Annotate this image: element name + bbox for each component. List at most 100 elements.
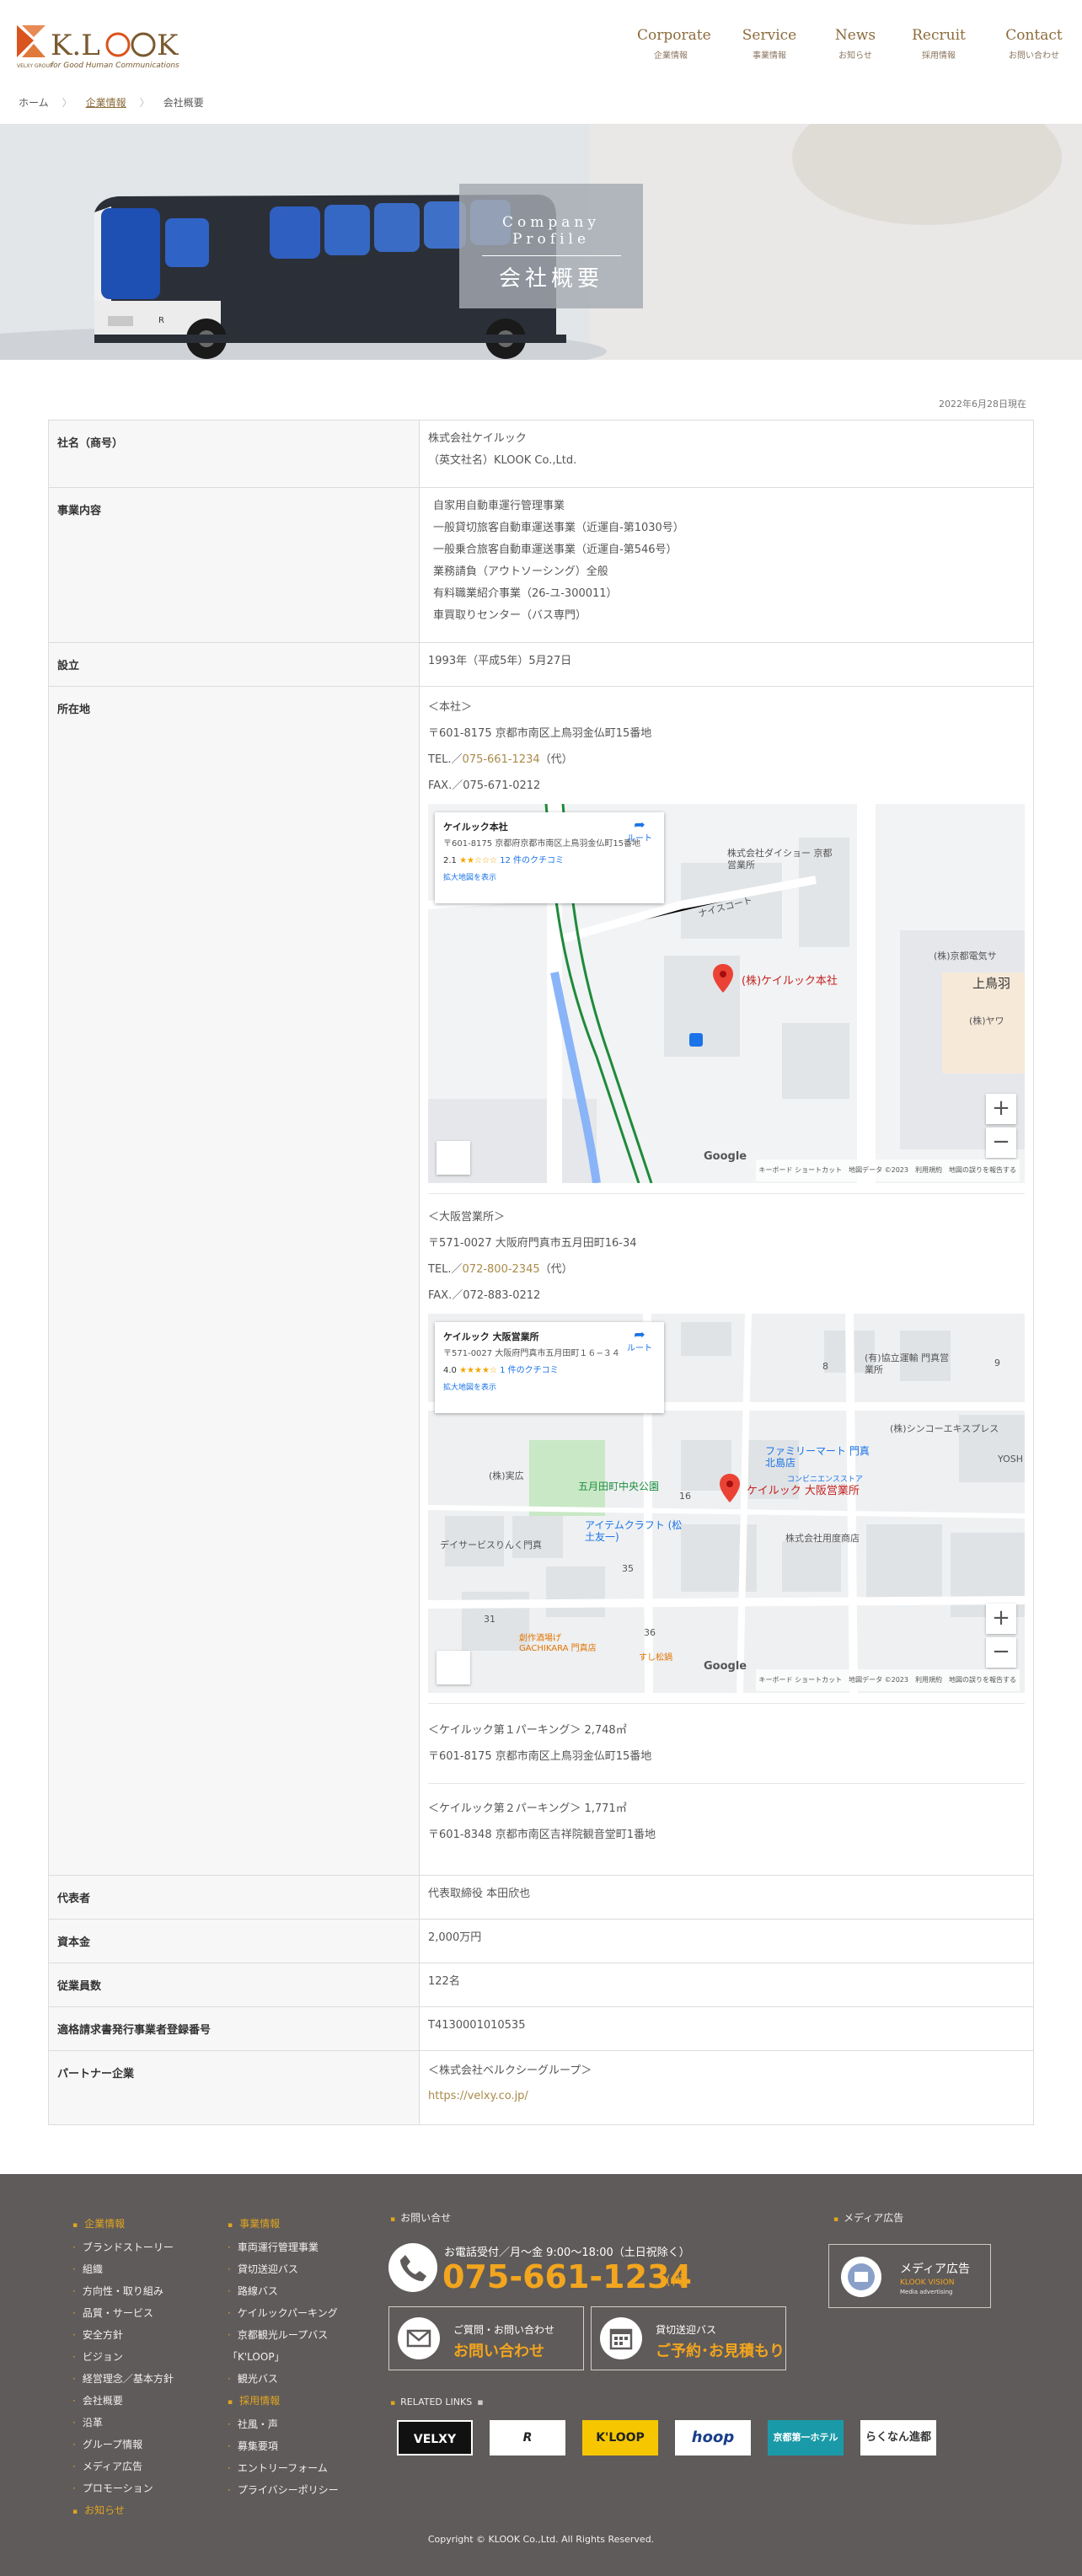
- footer-link[interactable]: プロモーション: [72, 2477, 174, 2499]
- nav-service[interactable]: Service 事業情報: [737, 27, 802, 61]
- breadcrumb-separator: 〉: [62, 97, 72, 109]
- row-value-representative: 代表取締役 本田欣也: [419, 1875, 1034, 1920]
- velxy-logo-link[interactable]: VELXY: [397, 2420, 473, 2456]
- footer-link[interactable]: 募集要項: [228, 2435, 354, 2457]
- contact-button-label: お問い合わせ: [453, 2343, 544, 2360]
- row-label-founded: 設立: [48, 642, 420, 687]
- footer-link[interactable]: ケイルックパーキング: [228, 2302, 354, 2324]
- map-pin-icon[interactable]: [720, 1474, 740, 1502]
- google-logo: Google: [704, 1150, 747, 1163]
- footer-link[interactable]: 組織: [72, 2258, 174, 2280]
- map-larger-link[interactable]: 拡大地図を表示: [443, 874, 496, 882]
- r-logo-link[interactable]: R: [490, 2420, 565, 2456]
- hoop-logo-link[interactable]: hoop: [675, 2420, 751, 2456]
- media-title-text: メディア広告: [844, 2212, 904, 2224]
- map-label: アイテムクラフト (松土友一): [585, 1519, 683, 1543]
- nav-contact[interactable]: Contact お問い合わせ: [999, 27, 1069, 61]
- svg-text:for Good Human Communications: for Good Human Communications: [51, 62, 179, 70]
- footer-tel-link[interactable]: 075-661-1234: [442, 2258, 692, 2295]
- footer-link[interactable]: 路線バス: [228, 2280, 354, 2302]
- osaka-tel: TEL.／072-800-2345（代）: [428, 1256, 1025, 1283]
- hq-tel: TEL.／075-661-1234（代）: [428, 747, 1025, 773]
- tel-suffix: （代）: [539, 753, 573, 766]
- nav-recruit[interactable]: Recruit 採用情報: [908, 27, 969, 61]
- nav-contact-ja: お問い合わせ: [1009, 51, 1059, 61]
- footer-link[interactable]: 企業情報: [72, 2213, 174, 2236]
- map-zoom-in-button[interactable]: +: [986, 1604, 1016, 1634]
- hq-map[interactable]: (株)ケイルック本社 株式会社ダイショー 京都営業所 ナイスコート (株)京都電…: [428, 804, 1025, 1183]
- table-row: 設立 1993年（平成5年）5月27日: [48, 642, 1034, 687]
- footer-link[interactable]: 方向性・取り組み: [72, 2280, 174, 2302]
- table-row: 資本金 2,000万円: [48, 1919, 1034, 1963]
- hq-tel-link[interactable]: 075-661-1234: [463, 753, 540, 766]
- rakunan-logo-link[interactable]: らくなん進都: [860, 2420, 936, 2456]
- map-directions-button[interactable]: ➦ ルート: [627, 1328, 652, 1355]
- footer-link[interactable]: 安全方針: [72, 2324, 174, 2346]
- media-ad-button[interactable]: メディア広告 KLOOK VISION Media advertising: [828, 2244, 991, 2308]
- hotel-logo-link[interactable]: 京都第一ホテル: [768, 2420, 844, 2456]
- klook-logo-icon: K.L K for Good Human Communications VELX…: [17, 25, 179, 70]
- map-larger-link[interactable]: 拡大地図を表示: [443, 1384, 496, 1392]
- map-zoom-out-button[interactable]: −: [986, 1127, 1016, 1158]
- svg-text:K: K: [157, 29, 179, 62]
- map-zoom-out-button[interactable]: −: [986, 1637, 1016, 1668]
- breadcrumb-home[interactable]: ホーム: [19, 95, 49, 110]
- footer-link[interactable]: 貸切送迎バス: [228, 2258, 354, 2280]
- hero-title-en: Company Profile: [502, 214, 600, 248]
- company-profile-table: 社名（商号） 株式会社ケイルック （英文社名）KLOOK Co.,Ltd. 事業…: [48, 420, 1034, 2125]
- breadcrumb-corporate[interactable]: 企業情報: [86, 95, 126, 110]
- footer-link[interactable]: 京都観光ループバス「K'LOOP」: [228, 2324, 354, 2368]
- table-row: 所在地 ＜本社＞ 〒601-8175 京都市南区上鳥羽金仏町15番地 TEL.／…: [48, 686, 1034, 1876]
- map-reviews-link[interactable]: 12 件のクチコミ: [500, 856, 564, 865]
- contact-button[interactable]: ご質問・お問い合わせ お問い合わせ: [388, 2306, 584, 2370]
- footer-link[interactable]: 事業情報: [228, 2213, 354, 2236]
- footer-link[interactable]: メディア広告: [72, 2456, 174, 2477]
- footer-link[interactable]: ブランドストーリー: [72, 2236, 174, 2258]
- osaka-tel-link[interactable]: 072-800-2345: [463, 1263, 540, 1276]
- footer-link[interactable]: お知らせ: [72, 2499, 174, 2523]
- footer-link[interactable]: 観光バス: [228, 2368, 354, 2390]
- bullet-icon: ▪: [390, 2215, 396, 2224]
- footer-link[interactable]: プライバシーポリシー: [228, 2479, 354, 2501]
- map-label: 株式会社ダイショー 京都営業所: [727, 848, 833, 870]
- map-zoom-in-button[interactable]: +: [986, 1094, 1016, 1124]
- footer-link[interactable]: グループ情報: [72, 2434, 174, 2456]
- booking-button[interactable]: 貸切送迎バス ご予約･お見積もり: [591, 2306, 786, 2370]
- row-value-founded: 1993年（平成5年）5月27日: [419, 642, 1034, 687]
- partner-link[interactable]: https://velxy.co.jp/: [428, 2090, 528, 2102]
- map-info-card: ケイルック 大阪営業所 〒571-0027 大阪府門真市五月田町１６−３４ 4.…: [435, 1322, 664, 1413]
- star-rating-icon: ★★★★☆: [459, 1366, 497, 1375]
- footer-link[interactable]: 車両運行管理事業: [228, 2236, 354, 2258]
- hero-title-box: Company Profile 会社概要: [459, 184, 643, 308]
- map-pin-label: (株)ケイルック本社: [742, 975, 838, 988]
- company-name-en: （英文社名）KLOOK Co.,Ltd.: [428, 454, 577, 467]
- row-value-capital: 2,000万円: [419, 1919, 1034, 1963]
- map-place-name: ケイルック本社: [443, 822, 508, 833]
- phone-icon: [388, 2243, 437, 2292]
- footer-link[interactable]: 沿革: [72, 2412, 174, 2434]
- site-logo[interactable]: K.L K for Good Human Communications VELX…: [17, 20, 194, 71]
- footer-link[interactable]: ビジョン: [72, 2346, 174, 2368]
- footer-link[interactable]: エントリーフォーム: [228, 2457, 354, 2479]
- nav-news[interactable]: News お知らせ: [829, 27, 881, 61]
- osaka-map[interactable]: ケイルック 大阪営業所 (有)協立運輸 門真営業所 ファミリーマート 門真北島店…: [428, 1314, 1025, 1693]
- map-layer-toggle-button[interactable]: [437, 1651, 470, 1684]
- related-links-title: ▪ RELATED LINKS ▪: [390, 2397, 484, 2407]
- row-label-representative: 代表者: [48, 1875, 420, 1920]
- footer-link[interactable]: 経営理念／基本方針: [72, 2368, 174, 2390]
- map-directions-button[interactable]: ➦ ルート: [627, 818, 652, 845]
- kloop-logo-link[interactable]: K'LOOP: [582, 2420, 658, 2456]
- footer-link[interactable]: 社風・声: [228, 2413, 354, 2435]
- mail-icon: [398, 2317, 440, 2359]
- footer-link[interactable]: 品質・サービス: [72, 2302, 174, 2324]
- footer-col-service: 事業情報 車両運行管理事業 貸切送迎バス 路線バス ケイルックパーキング 京都観…: [228, 2213, 354, 2501]
- footer-link[interactable]: 会社概要: [72, 2390, 174, 2412]
- map-info-card: ケイルック本社 〒601-8175 京都府京都市南区上鳥羽金仏町15番地 2.1…: [435, 812, 664, 903]
- map-pin-icon[interactable]: [713, 964, 733, 993]
- footer-contact-title: ▪ お問い合せ: [390, 2210, 451, 2225]
- nav-corporate[interactable]: Corporate 企業情報: [637, 27, 711, 61]
- footer-link[interactable]: 採用情報: [228, 2390, 354, 2413]
- map-reviews-link[interactable]: 1 件のクチコミ: [500, 1366, 559, 1375]
- map-layer-toggle-button[interactable]: [437, 1141, 470, 1175]
- parking1-address: 〒601-8175 京都市南区上鳥羽金仏町15番地: [428, 1750, 652, 1763]
